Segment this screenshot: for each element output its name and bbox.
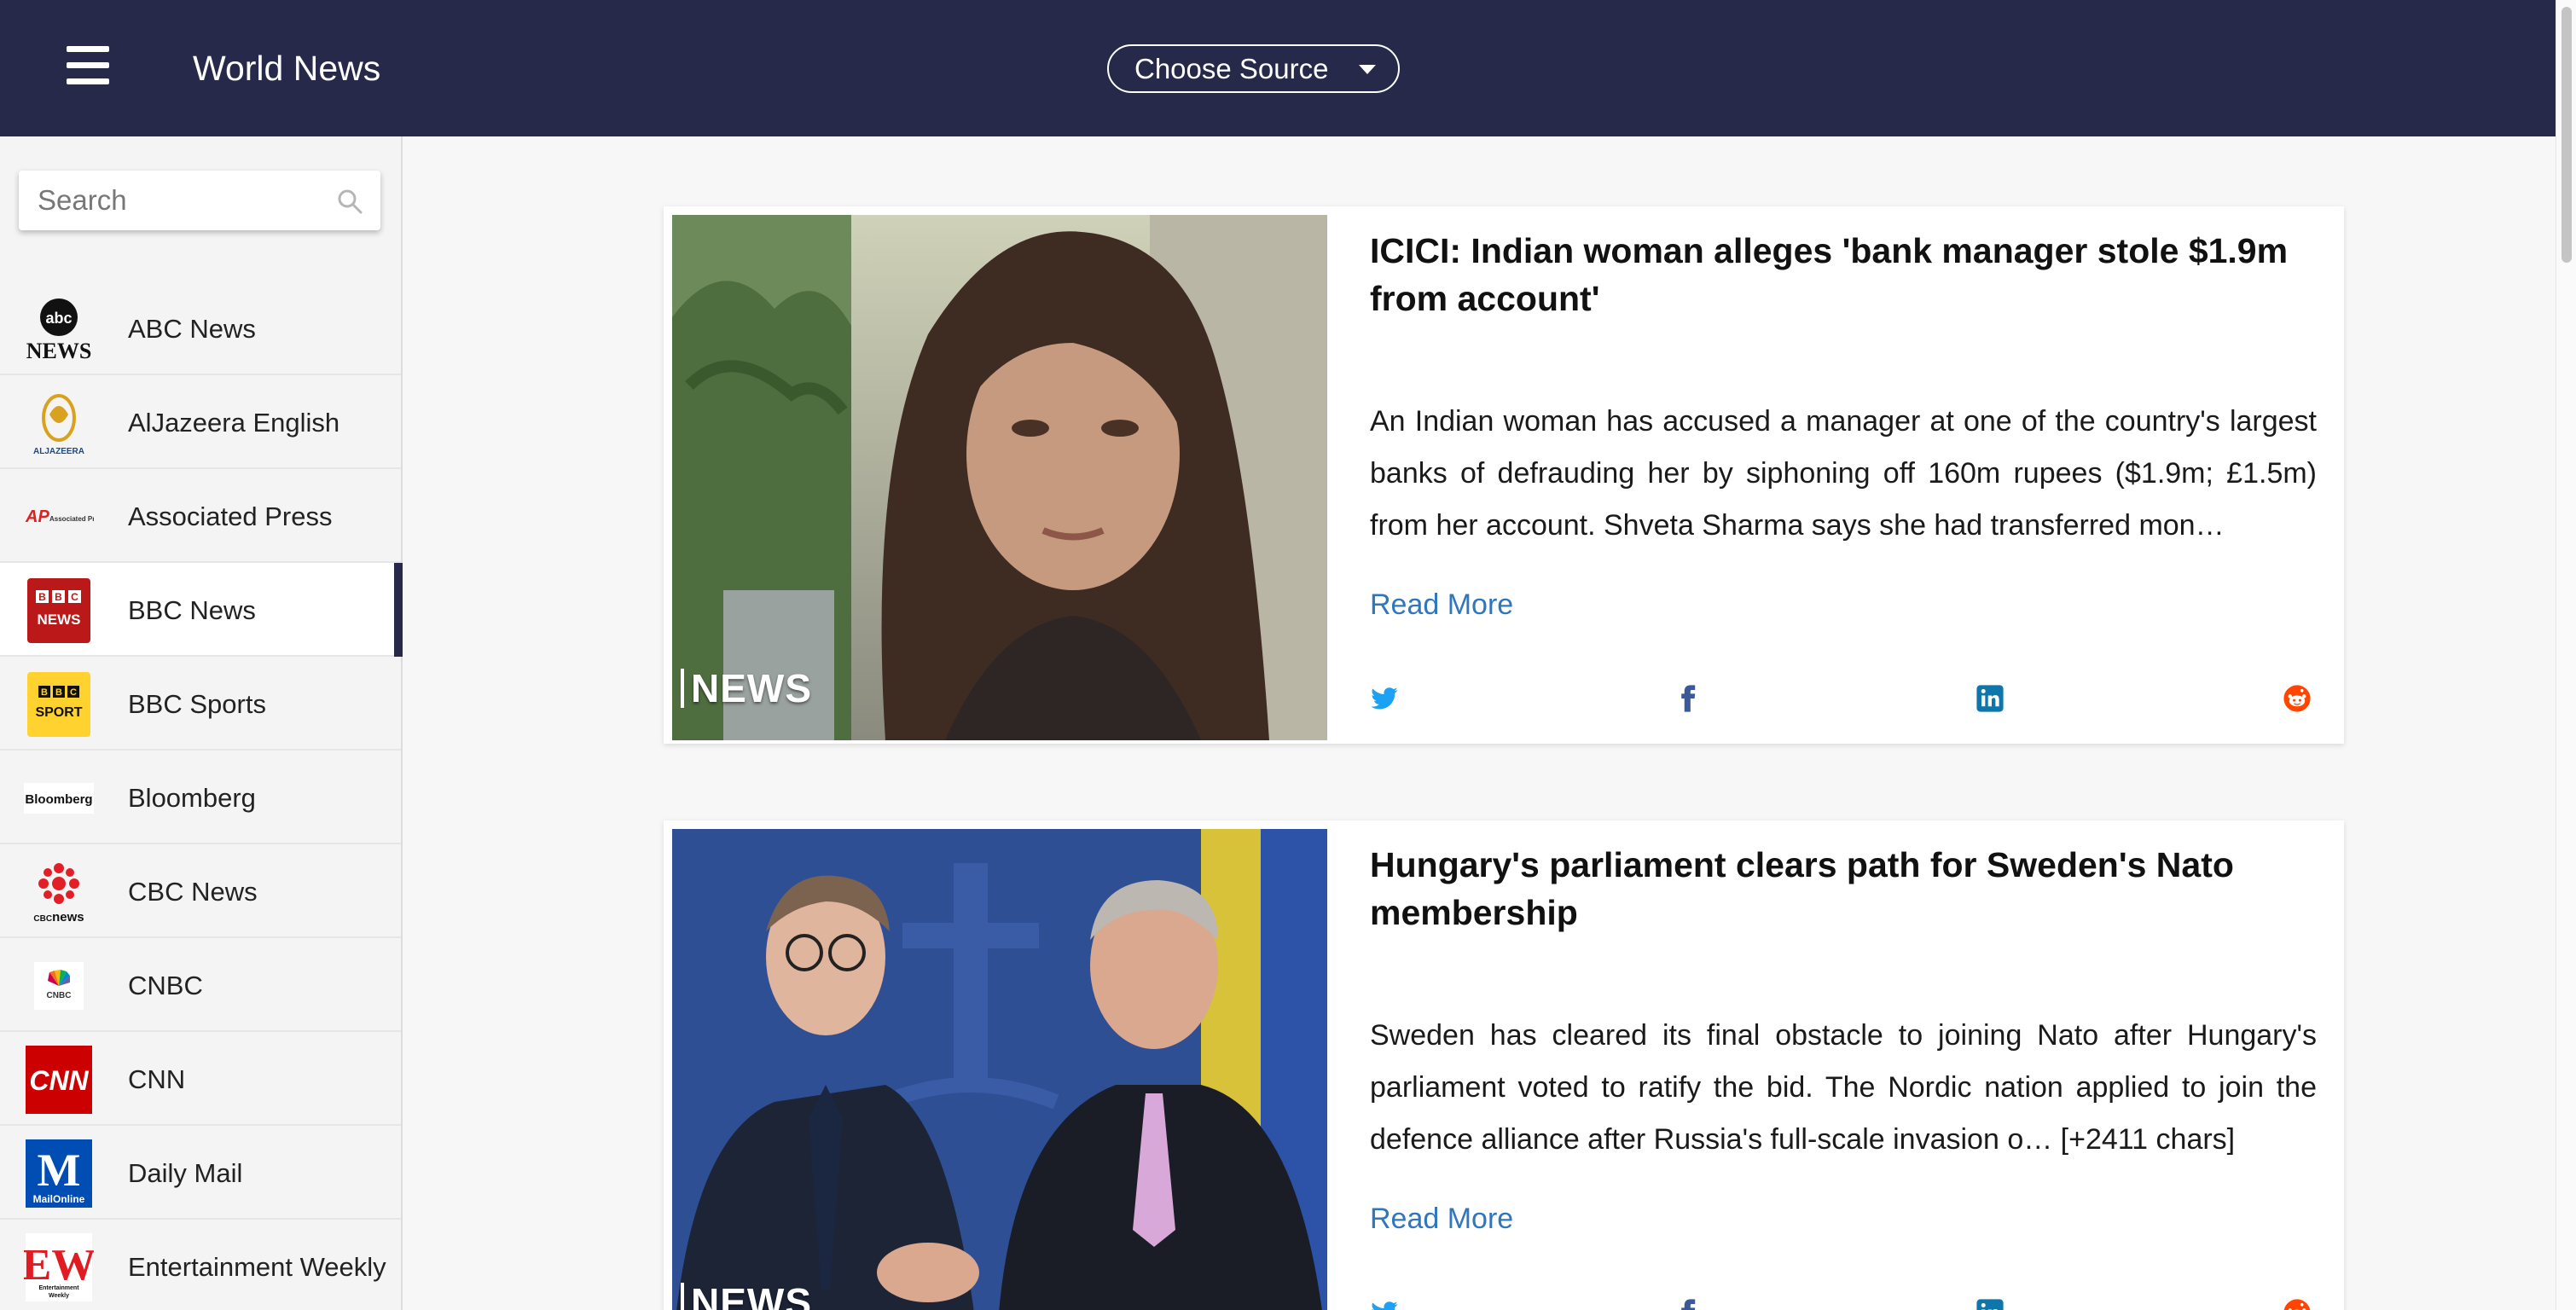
choose-source-dropdown[interactable]: Choose Source — [1107, 44, 1400, 93]
source-name: ABC News — [128, 314, 256, 344]
ap-logo-icon: AP Associated Press — [24, 483, 94, 551]
linkedin-icon[interactable] — [1976, 1298, 2005, 1310]
svg-text:M: M — [38, 1145, 81, 1196]
article-title[interactable]: Hungary's parliament clears path for Swe… — [1370, 841, 2317, 936]
page-scrollbar[interactable] — [2556, 0, 2576, 1310]
source-item-associated-press[interactable]: AP Associated Press Associated Press — [0, 469, 401, 563]
svg-text:Associated Press: Associated Press — [49, 515, 94, 523]
svg-text:MailOnline: MailOnline — [33, 1193, 85, 1205]
svg-text:SPORT: SPORT — [35, 705, 82, 720]
aljazeera-logo-icon: ALJAZEERA — [24, 389, 94, 457]
source-item-cnbc[interactable]: CNBC CNBC — [0, 938, 401, 1032]
svg-text:B: B — [55, 687, 62, 698]
source-name: BBC News — [128, 595, 256, 625]
svg-text:B: B — [55, 591, 62, 603]
article-description: An Indian woman has accused a manager at… — [1370, 405, 2317, 542]
cbc-news-logo-icon: CBCnews — [24, 858, 94, 926]
source-name: CNN — [128, 1064, 186, 1094]
facebook-icon[interactable] — [1674, 684, 1703, 713]
caret-down-icon — [1359, 65, 1376, 74]
app-header: World News Choose Source — [0, 0, 2556, 136]
ew-logo-icon: EW Entertainment Weekly — [24, 1233, 94, 1301]
svg-text:CNBC: CNBC — [47, 991, 72, 1000]
source-item-bloomberg[interactable]: Bloomberg Bloomberg — [0, 751, 401, 844]
svg-text:EW: EW — [24, 1241, 94, 1290]
bbc-news-logo-icon: B B C NEWS — [24, 577, 94, 645]
article-image[interactable]: NEWS — [672, 829, 1327, 1310]
article-description: Sweden has cleared its final obstacle to… — [1370, 1019, 2317, 1156]
svg-text:B: B — [41, 687, 48, 698]
svg-text:NEWS: NEWS — [26, 339, 92, 363]
article-card: NEWS ICICI: Indian woman alleges 'bank m… — [664, 206, 2344, 744]
source-item-entertainment-weekly[interactable]: EW Entertainment Weekly Entertainment We… — [0, 1220, 401, 1310]
source-list: abc NEWS ABC News ALJAZEERA AlJazeera En… — [0, 281, 403, 1310]
read-more-link[interactable]: Read More — [1370, 1203, 1513, 1236]
app-title: World News — [193, 49, 381, 88]
svg-text:B: B — [38, 591, 46, 603]
article-image[interactable]: NEWS — [672, 215, 1327, 740]
scrollbar-thumb[interactable] — [2561, 7, 2572, 263]
source-name: CNBC — [128, 971, 203, 1000]
source-item-abc-news[interactable]: abc NEWS ABC News — [0, 281, 401, 375]
hamburger-menu-icon[interactable] — [67, 46, 109, 85]
source-item-daily-mail[interactable]: M MailOnline Daily Mail — [0, 1126, 401, 1220]
bbc-sport-logo-icon: B B C SPORT — [24, 670, 94, 739]
image-source-tag: NEWS — [681, 1279, 812, 1310]
svg-text:Weekly: Weekly — [49, 1293, 69, 1299]
svg-text:Entertainment: Entertainment — [38, 1285, 79, 1291]
reddit-icon[interactable] — [2283, 684, 2312, 713]
facebook-icon[interactable] — [1674, 1298, 1703, 1310]
search-box — [19, 171, 380, 230]
source-item-cnn[interactable]: CNN CNN — [0, 1032, 401, 1126]
source-item-bbc-news[interactable]: B B C NEWS BBC News — [0, 563, 403, 657]
svg-text:abc: abc — [45, 310, 72, 327]
svg-text:CNN: CNN — [29, 1065, 89, 1096]
article-title[interactable]: ICICI: Indian woman alleges 'bank manage… — [1370, 227, 2317, 322]
abc-news-logo-icon: abc NEWS — [24, 295, 94, 363]
cnbc-logo-icon: CNBC — [24, 952, 94, 1020]
svg-text:Bloomberg: Bloomberg — [25, 792, 92, 807]
source-name: CBC News — [128, 877, 258, 907]
source-name: Entertainment Weekly — [128, 1252, 386, 1282]
source-name: AlJazeera English — [128, 408, 340, 438]
source-item-bbc-sports[interactable]: B B C SPORT BBC Sports — [0, 657, 401, 751]
source-item-aljazeera-english[interactable]: ALJAZEERA AlJazeera English — [0, 375, 401, 469]
svg-text:CBCnews: CBCnews — [33, 910, 84, 925]
twitter-icon[interactable] — [1370, 684, 1399, 713]
source-name: BBC Sports — [128, 689, 266, 719]
cnn-logo-icon: CNN — [24, 1046, 94, 1114]
svg-text:ALJAZEERA: ALJAZEERA — [33, 447, 84, 456]
linkedin-icon[interactable] — [1976, 684, 2005, 713]
source-name: Associated Press — [128, 501, 333, 531]
article-card: NEWS Hungary's parliament clears path fo… — [664, 820, 2344, 1310]
svg-text:C: C — [70, 687, 77, 698]
source-name: Bloomberg — [128, 783, 256, 813]
svg-text:C: C — [71, 591, 78, 603]
image-source-tag: NEWS — [681, 666, 812, 710]
reddit-icon[interactable] — [2283, 1298, 2312, 1310]
search-icon[interactable] — [336, 188, 363, 215]
read-more-link[interactable]: Read More — [1370, 588, 1513, 622]
choose-source-label: Choose Source — [1134, 53, 1329, 84]
daily-mail-logo-icon: M MailOnline — [24, 1139, 94, 1208]
svg-text:AP: AP — [25, 507, 49, 526]
bloomberg-logo-icon: Bloomberg — [24, 764, 94, 832]
sources-sidebar: abc NEWS ABC News ALJAZEERA AlJazeera En… — [0, 136, 403, 1310]
source-name: Daily Mail — [128, 1158, 243, 1188]
svg-text:NEWS: NEWS — [38, 612, 81, 628]
twitter-icon[interactable] — [1370, 1298, 1399, 1310]
source-item-cbc-news[interactable]: CBCnews CBC News — [0, 844, 401, 938]
search-input[interactable] — [19, 171, 334, 230]
